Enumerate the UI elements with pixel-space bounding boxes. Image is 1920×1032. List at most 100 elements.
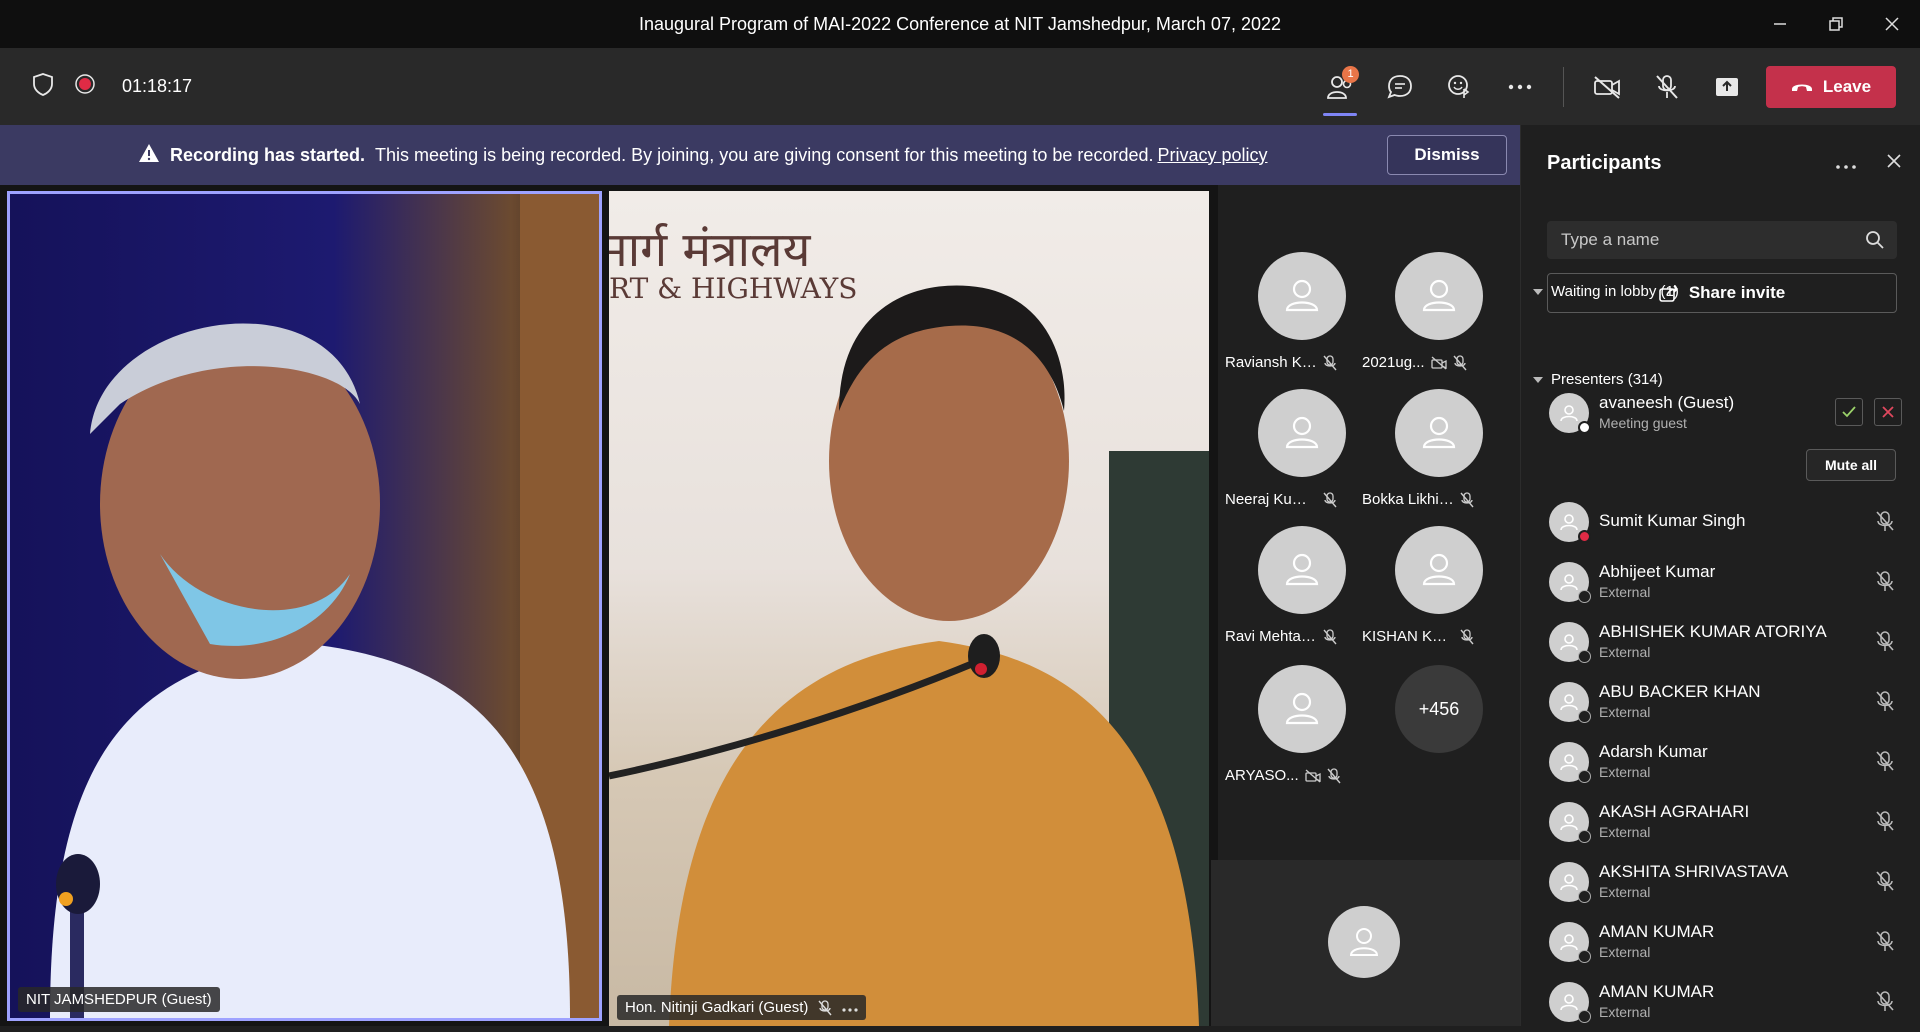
camera-button[interactable] <box>1586 66 1628 108</box>
microphone-button[interactable] <box>1646 66 1688 108</box>
avatar <box>1549 862 1591 903</box>
gallery-tile[interactable]: 2021ug... <box>1362 244 1500 382</box>
admit-button[interactable] <box>1835 398 1863 426</box>
panel-close-icon[interactable] <box>1886 152 1902 175</box>
gallery-tile[interactable]: Neeraj Kumar <box>1225 381 1363 519</box>
gallery-tile[interactable]: ARYASO... <box>1225 657 1363 795</box>
mute-participant-icon[interactable] <box>1875 630 1895 657</box>
participant-search-input[interactable]: Type a name <box>1547 221 1897 259</box>
participant-name: AMAN KUMAR <box>1599 982 1715 1001</box>
person-icon <box>1560 574 1578 591</box>
restore-button[interactable] <box>1808 0 1864 48</box>
person-icon <box>1422 553 1456 586</box>
mic-off-icon <box>1876 571 1894 591</box>
chevron-down-icon <box>1533 288 1543 295</box>
video-name-tag: Hon. Nitinji Gadkari (Guest) <box>617 995 867 1020</box>
person-icon <box>1422 279 1456 312</box>
participant-role: External <box>1599 584 1651 600</box>
gallery-name: Raviansh Ku... <box>1225 354 1317 371</box>
deny-button[interactable] <box>1874 398 1902 426</box>
video-tile-nit-jamshedpur[interactable]: NIT JAMSHEDPUR (Guest) <box>7 191 602 1021</box>
video-name-label: NIT JAMSHEDPUR (Guest) <box>26 991 212 1008</box>
mute-participant-icon[interactable] <box>1875 510 1895 537</box>
participant-row[interactable]: Sumit Kumar Singh <box>1521 492 1919 552</box>
presenters-section-header[interactable]: Presenters (314) <box>1533 371 1663 388</box>
chat-icon <box>1387 74 1412 99</box>
chat-button[interactable] <box>1379 66 1421 108</box>
close-window-button[interactable] <box>1864 0 1920 48</box>
status-dot <box>1578 890 1591 903</box>
gallery-label: ARYASO... <box>1225 767 1363 784</box>
tile-more-icon[interactable] <box>842 999 859 1016</box>
gallery-label: KISHAN KU... <box>1362 628 1500 645</box>
mic-off-icon <box>1876 871 1894 891</box>
search-icon <box>1866 231 1884 249</box>
shield-icon[interactable] <box>32 72 54 101</box>
gallery-name: KISHAN KU... <box>1362 628 1454 645</box>
mute-participant-icon[interactable] <box>1875 990 1895 1017</box>
minimize-button[interactable] <box>1752 0 1808 48</box>
mute-participant-icon[interactable] <box>1875 870 1895 897</box>
mic-off-icon <box>1876 931 1894 951</box>
person-icon <box>1285 692 1319 725</box>
avatar <box>1258 665 1346 753</box>
gallery-tile[interactable]: Raviansh Ku... <box>1225 244 1363 382</box>
svg-text:मार्ग मंत्रालय: मार्ग मंत्रालय <box>609 222 812 278</box>
video-tile-gadkari[interactable]: मार्ग मंत्रालय RT & HIGHWAYS Hon. Nitinj… <box>609 191 1209 1026</box>
reactions-button[interactable] <box>1439 66 1481 108</box>
mute-participant-icon[interactable] <box>1875 810 1895 837</box>
participant-name: AKSHITA SHRIVASTAVA <box>1599 862 1789 881</box>
mic-off-icon <box>818 999 832 1015</box>
participant-row[interactable]: AKSHITA SHRIVASTAVA External <box>1521 852 1919 912</box>
participant-role: Meeting guest <box>1599 415 1687 431</box>
participant-row[interactable]: ABU BACKER KHAN External <box>1521 672 1919 732</box>
panel-more-icon[interactable] <box>1836 152 1856 175</box>
status-dot <box>1578 710 1591 723</box>
privacy-policy-link[interactable]: Privacy policy <box>1157 145 1267 166</box>
more-participants-tile[interactable]: +456 <box>1362 657 1500 795</box>
lobby-row[interactable]: avaneesh (Guest) Meeting guest <box>1521 383 1919 443</box>
participant-row[interactable]: Adarsh Kumar External <box>1521 732 1919 792</box>
mute-participant-icon[interactable] <box>1875 570 1895 597</box>
leave-label: Leave <box>1822 76 1872 96</box>
toolbar-divider <box>1563 66 1564 107</box>
participant-row[interactable]: AKASH AGRAHARI External <box>1521 792 1919 852</box>
gallery-name: ARYASO... <box>1225 767 1299 784</box>
mic-off-icon <box>1876 811 1894 831</box>
more-actions-button[interactable] <box>1499 66 1541 108</box>
participant-row[interactable]: AMAN KUMAR External <box>1521 972 1919 1032</box>
person-icon <box>1349 928 1379 956</box>
mic-off-icon <box>1876 751 1894 771</box>
gallery-tile[interactable]: Ravi Mehta ... <box>1225 518 1363 656</box>
participant-row[interactable]: ABHISHEK KUMAR ATORIYA External <box>1521 612 1919 672</box>
gallery-tile[interactable]: Bokka Likhit... <box>1362 381 1500 519</box>
avatar <box>1549 682 1591 723</box>
meeting-toolbar: 01:18:17 1 Leave <box>0 48 1920 125</box>
mic-off-icon <box>1323 628 1337 644</box>
share-screen-button[interactable] <box>1706 66 1748 108</box>
status-dot <box>1578 650 1591 663</box>
leave-button[interactable]: Leave <box>1766 65 1896 108</box>
gallery-tile[interactable]: KISHAN KU... <box>1362 518 1500 656</box>
phone-hangup-icon <box>1791 84 1812 91</box>
mic-off-icon <box>1323 491 1337 507</box>
self-view-tile[interactable] <box>1211 860 1520 1026</box>
share-invite-label: Share invite <box>1688 283 1786 302</box>
dismiss-button[interactable]: Dismiss <box>1387 135 1507 175</box>
gallery-name: Ravi Mehta ... <box>1225 628 1317 645</box>
mute-all-button[interactable]: Mute all <box>1806 449 1896 481</box>
participant-row[interactable]: AMAN KUMAR External <box>1521 912 1919 972</box>
presenters-header-label: Presenters (314) <box>1551 371 1663 388</box>
lobby-section-header[interactable]: Waiting in lobby (1) <box>1533 283 1679 300</box>
mute-participant-icon[interactable] <box>1875 690 1895 717</box>
participant-name: Adarsh Kumar <box>1599 742 1708 761</box>
mute-participant-icon[interactable] <box>1875 750 1895 777</box>
participant-role: External <box>1599 764 1651 780</box>
participant-row[interactable]: Abhijeet Kumar External <box>1521 552 1919 612</box>
gallery-name: 2021ug... <box>1362 354 1425 371</box>
mic-off-icon <box>1876 991 1894 1011</box>
mute-participant-icon[interactable] <box>1875 930 1895 957</box>
gallery-label: Ravi Mehta ... <box>1225 628 1363 645</box>
participants-button[interactable]: 1 <box>1319 65 1361 116</box>
gallery-label: Raviansh Ku... <box>1225 354 1363 371</box>
